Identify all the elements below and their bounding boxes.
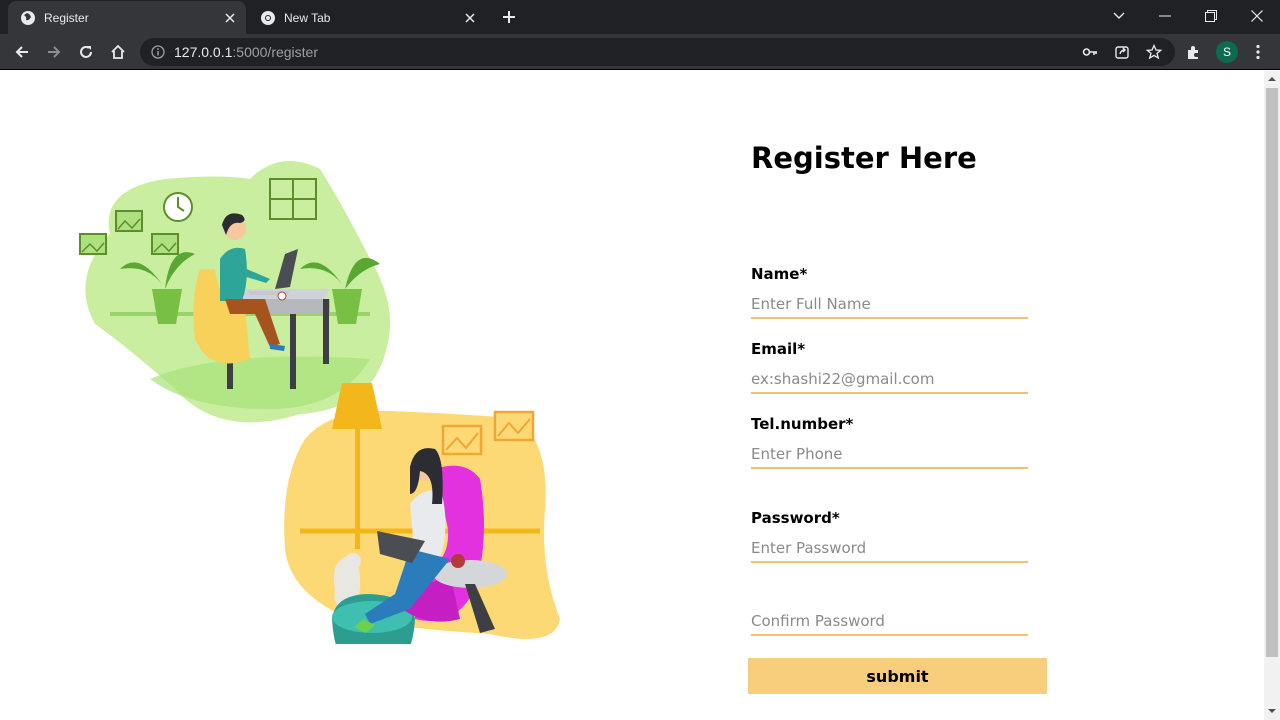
url-text: 127.0.0.1:5000/register [174, 44, 318, 60]
share-icon[interactable] [1112, 42, 1132, 62]
close-tab-icon[interactable] [460, 8, 480, 28]
url-path: :5000/register [232, 44, 318, 60]
tab-register[interactable]: Register [8, 1, 246, 34]
info-icon[interactable] [150, 44, 166, 60]
new-tab-button[interactable] [497, 5, 521, 29]
phone-field[interactable] [751, 441, 1028, 469]
minimize-icon[interactable] [1142, 0, 1188, 32]
bookmark-star-icon[interactable] [1144, 42, 1164, 62]
address-bar[interactable]: 127.0.0.1:5000/register [140, 38, 1175, 66]
chrome-icon [260, 10, 276, 26]
tab-strip: Register New Tab [0, 0, 1280, 34]
scroll-up-icon[interactable] [1268, 75, 1276, 83]
extensions-icon[interactable] [1181, 40, 1205, 64]
close-window-icon[interactable] [1234, 0, 1280, 32]
home-icon[interactable] [106, 40, 130, 64]
email-field[interactable] [751, 366, 1028, 394]
page-content: Register Here Name* Email* Tel.number* P… [0, 71, 1264, 720]
submit-button[interactable]: submit [748, 658, 1047, 694]
reload-icon[interactable] [74, 40, 98, 64]
profile-avatar[interactable]: S [1216, 41, 1238, 63]
scroll-down-icon[interactable] [1268, 707, 1276, 715]
working-from-home-illustration [79, 161, 560, 644]
confirm-password-field[interactable] [751, 608, 1028, 636]
name-label: Name* [751, 265, 808, 283]
globe-icon [20, 10, 36, 26]
email-label: Email* [751, 340, 806, 358]
close-tab-icon[interactable] [220, 8, 240, 28]
password-field[interactable] [751, 535, 1028, 563]
forward-icon[interactable] [42, 40, 66, 64]
url-host: 127.0.0.1 [174, 44, 233, 60]
password-label: Password* [751, 509, 840, 527]
back-icon[interactable] [10, 40, 34, 64]
tab-search-icon[interactable] [1096, 0, 1142, 32]
tab-title: Register [44, 10, 89, 25]
key-icon[interactable] [1080, 42, 1100, 62]
tab-title: New Tab [284, 10, 331, 25]
phone-label: Tel.number* [751, 415, 854, 433]
browser-toolbar: 127.0.0.1:5000/register S [0, 34, 1280, 70]
tab-new-tab[interactable]: New Tab [248, 1, 486, 34]
restore-icon[interactable] [1188, 0, 1234, 32]
page-scrollbar[interactable] [1264, 71, 1280, 720]
scrollbar-thumb[interactable] [1266, 88, 1278, 657]
name-field[interactable] [751, 291, 1028, 319]
menu-kebab-icon[interactable] [1246, 40, 1270, 64]
page-title: Register Here [751, 141, 977, 175]
